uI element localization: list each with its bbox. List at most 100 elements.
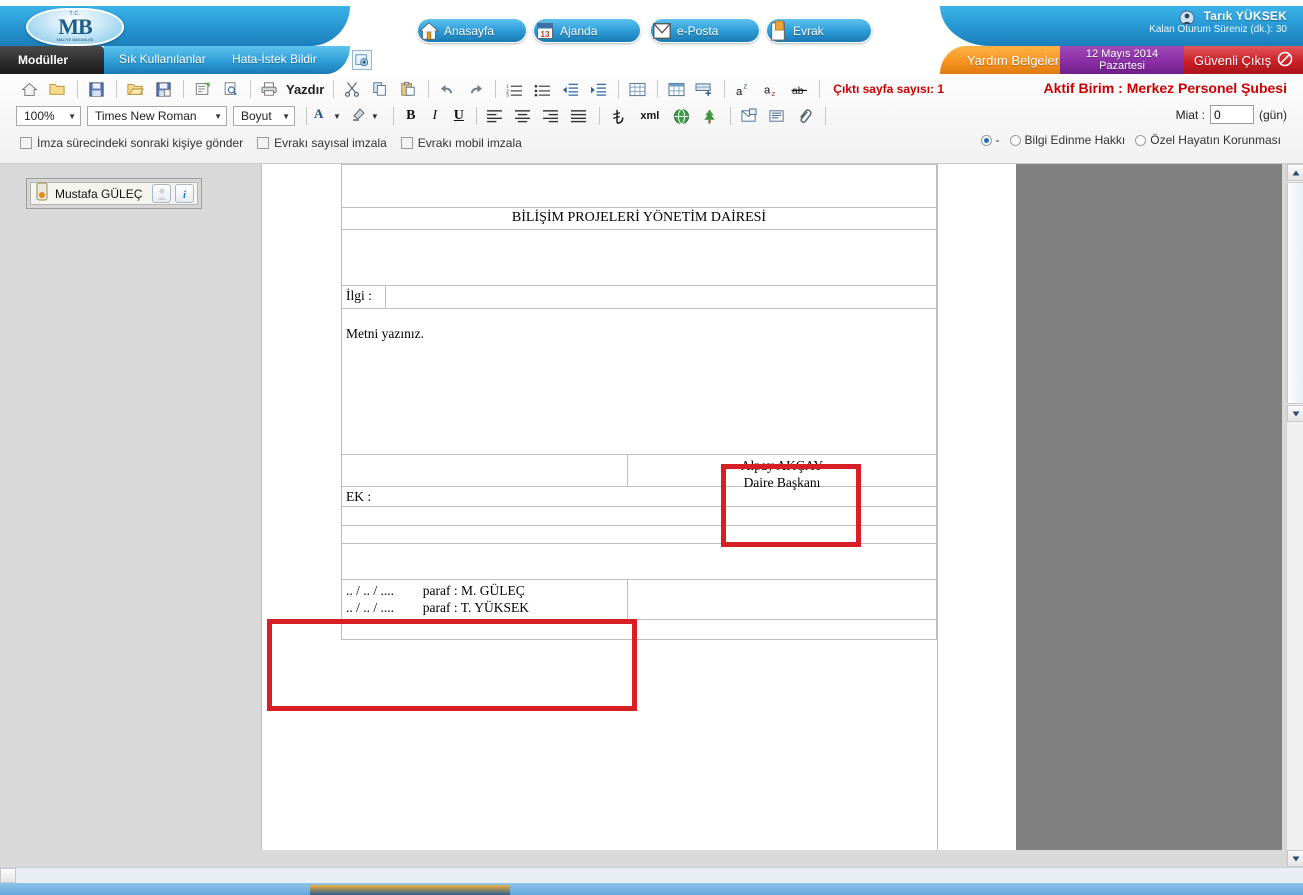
vertical-scrollbar[interactable] — [1286, 164, 1303, 867]
properties-icon[interactable] — [189, 78, 215, 100]
font-color-button[interactable]: A ▼ — [312, 105, 346, 128]
checkbox-box[interactable] — [257, 137, 270, 149]
decrease-indent-icon[interactable] — [557, 78, 583, 100]
scroll-down-button[interactable] — [1287, 850, 1303, 867]
bullet-list-icon[interactable] — [529, 78, 555, 100]
radio-ozel-hayat[interactable]: Özel Hayatın Korunması — [1135, 133, 1281, 147]
italic-button[interactable]: I — [423, 105, 447, 127]
chevron-down-icon[interactable]: ▼ — [371, 112, 379, 121]
printer-icon[interactable] — [256, 78, 282, 100]
radio-none[interactable]: - — [980, 133, 1000, 147]
justify-icon[interactable] — [566, 105, 592, 127]
add-tab-icon[interactable] — [352, 50, 372, 70]
attachment-icon[interactable] — [792, 105, 818, 127]
body-text[interactable]: Metni yazınız. — [342, 309, 936, 344]
scroll-thumb[interactable] — [1287, 182, 1303, 404]
nav-ajanda[interactable]: 13 Ajanda — [533, 18, 641, 43]
checkbox-sayisal-imza[interactable]: Evrakı sayısal imzala — [257, 136, 387, 150]
print-label[interactable]: Yazdır — [286, 82, 324, 97]
align-left-icon[interactable] — [482, 105, 508, 127]
copy-icon[interactable] — [367, 78, 393, 100]
assignee-chip[interactable]: Mustafa GÜLEÇ i — [26, 178, 202, 209]
doc-row-department-title[interactable]: BİLİŞİM PROJELERİ YÖNETİM DAİRESİ — [341, 208, 937, 230]
align-center-icon[interactable] — [510, 105, 536, 127]
radio-circle[interactable] — [980, 134, 992, 146]
table-left-border — [261, 164, 262, 850]
person-icon[interactable] — [152, 184, 171, 203]
nav-evrak[interactable]: Evrak — [766, 18, 872, 43]
doc-row-blank-5[interactable] — [341, 620, 937, 640]
redo-icon[interactable] — [462, 78, 488, 100]
xml-button[interactable]: xml — [633, 105, 667, 127]
doc-row-paraf[interactable]: .. / .. / .... paraf : M. GÜLEÇ .. / .. … — [341, 580, 937, 620]
nav-eposta[interactable]: e-Posta — [650, 18, 760, 43]
paste-icon[interactable] — [395, 78, 421, 100]
undo-icon[interactable] — [434, 78, 460, 100]
open-document-icon[interactable] — [122, 78, 148, 100]
doc-row-body[interactable]: Metni yazınız. — [341, 309, 937, 455]
doc-row-blank-3[interactable] — [341, 526, 937, 544]
taskbar-item[interactable] — [310, 885, 510, 895]
align-right-icon[interactable] — [538, 105, 564, 127]
ilgi-value[interactable] — [386, 286, 936, 308]
save-as-icon[interactable] — [150, 78, 176, 100]
checkbox-box[interactable] — [400, 137, 413, 149]
radio-bilgi-edinme[interactable]: Bilgi Edinme Hakkı — [1009, 133, 1125, 147]
horizontal-scrollbar[interactable] — [0, 867, 1303, 883]
print-preview-icon[interactable] — [217, 78, 243, 100]
cut-icon[interactable] — [339, 78, 365, 100]
font-family-select[interactable]: Times New Roman ▼ — [87, 106, 227, 126]
globe-icon[interactable] — [669, 105, 695, 127]
checkbox-sayisal-imza-label: Evrakı sayısal imzala — [274, 136, 387, 150]
toolbar-separator — [250, 80, 251, 98]
insert-table-icon[interactable] — [624, 78, 650, 100]
table-properties-icon[interactable] — [663, 78, 689, 100]
strikethrough-icon[interactable]: ab — [786, 78, 812, 100]
checkbox-box[interactable] — [20, 137, 32, 149]
turkish-lira-icon[interactable] — [605, 105, 631, 127]
checkbox-mobil-imza[interactable]: Evrakı mobil imzala — [400, 136, 522, 150]
zoom-select[interactable]: 100% ▼ — [16, 106, 81, 126]
scroll-left-button[interactable] — [0, 868, 16, 883]
home-icon[interactable] — [16, 78, 42, 100]
help-documents-button[interactable]: Yardım Belgeleri — [940, 46, 1070, 74]
document-canvas[interactable]: BİLİŞİM PROJELERİ YÖNETİM DAİRESİ İlgi :… — [261, 164, 1282, 850]
numbered-list-icon[interactable]: 123 — [501, 78, 527, 100]
open-folder-icon[interactable] — [44, 78, 70, 100]
scroll-page-down-button[interactable] — [1287, 405, 1303, 422]
superscript-icon[interactable]: az — [730, 78, 756, 100]
doc-row-blank-top[interactable] — [341, 164, 937, 208]
nav-anasayfa[interactable]: Anasayfa — [417, 18, 527, 43]
radio-circle[interactable] — [1009, 134, 1021, 146]
bold-button[interactable]: B — [399, 105, 423, 127]
save-icon[interactable] — [83, 78, 109, 100]
doc-row-ek[interactable]: EK : — [341, 487, 937, 507]
tab-moduller[interactable]: Modüller — [0, 46, 104, 74]
underline-button[interactable]: U — [447, 105, 471, 127]
tab-hata-istek-bildir[interactable]: Hata-İstek Bildir — [232, 52, 317, 66]
insert-row-icon[interactable] — [691, 78, 717, 100]
radio-circle[interactable] — [1135, 134, 1147, 146]
doc-row-ilgi[interactable]: İlgi : — [341, 286, 937, 309]
svg-text:13: 13 — [540, 29, 550, 39]
subscript-icon[interactable]: az — [758, 78, 784, 100]
tree-icon[interactable] — [697, 105, 723, 127]
font-size-select[interactable]: Boyut ▼ — [233, 106, 295, 126]
doc-row-signature[interactable]: Alpay AKÇAY Daire Başkanı — [341, 455, 937, 490]
tab-sik-kullanilanlar[interactable]: Sık Kullanılanlar — [119, 52, 206, 66]
insert-barcode-icon[interactable] — [764, 105, 790, 127]
document-page[interactable]: BİLİŞİM PROJELERİ YÖNETİM DAİRESİ İlgi :… — [261, 164, 1016, 850]
checkbox-imza-sureci[interactable]: İmza sürecindeki sonraki kişiye gönder — [20, 136, 243, 150]
info-icon[interactable]: i — [175, 184, 194, 203]
doc-row-blank-2[interactable] — [341, 507, 937, 526]
scroll-up-button[interactable] — [1287, 164, 1303, 181]
highlight-color-button[interactable]: ▼ — [350, 105, 384, 128]
chevron-down-icon[interactable]: ▼ — [333, 112, 341, 121]
logout-button[interactable]: Güvenli Çıkış — [1184, 46, 1303, 74]
increase-indent-icon[interactable] — [585, 78, 611, 100]
doc-row-blank-4[interactable] — [341, 544, 937, 580]
miat-input[interactable] — [1209, 105, 1254, 124]
insert-object-icon[interactable] — [736, 105, 762, 127]
doc-row-spacer-1[interactable] — [341, 230, 937, 286]
signature-cell-left — [342, 455, 628, 486]
